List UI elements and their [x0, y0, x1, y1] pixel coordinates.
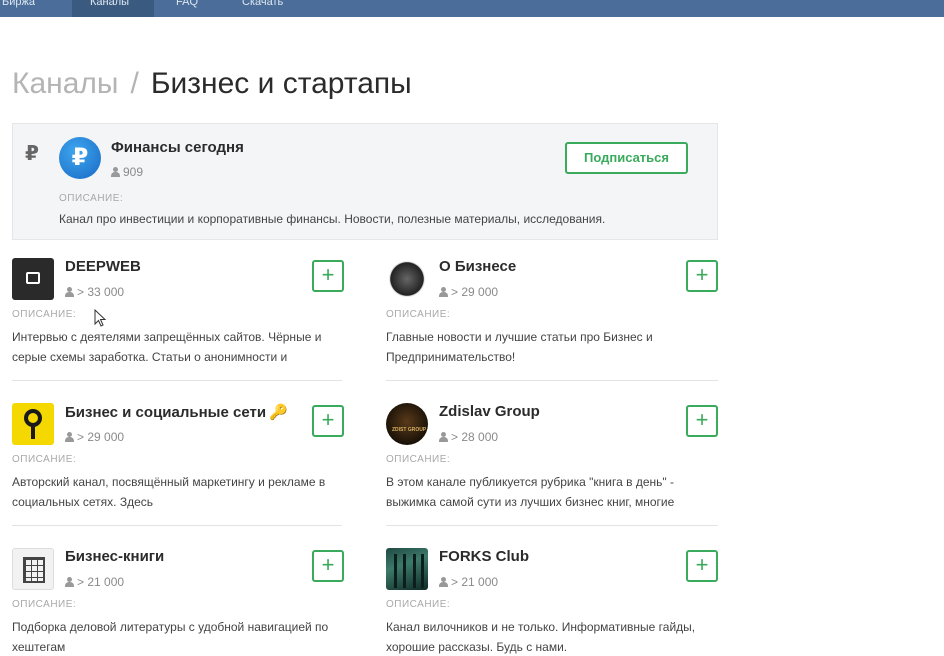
nav-tab-faq[interactable]: FAQ [154, 0, 224, 17]
description-label: ОПИСАНИЕ: [12, 454, 77, 465]
description-label: ОПИСАНИЕ: [386, 599, 451, 610]
subscribe-button[interactable]: Подписаться [565, 142, 688, 174]
top-nav: Биржа Каналы FAQ Скачать [0, 0, 944, 17]
channel-title[interactable]: Финансы сегодня [111, 139, 244, 156]
add-channel-button[interactable]: + [312, 550, 344, 582]
channel-card: О Бизнесе > 29 000 + ОПИСАНИЕ: Главные н… [386, 258, 718, 368]
channel-avatar[interactable] [386, 548, 428, 590]
ruble-icon: ₽ [25, 143, 39, 165]
nav-tab-channels[interactable]: Каналы [72, 0, 154, 17]
channel-name[interactable]: Бизнес-книги [65, 548, 164, 565]
subscriber-count: 909 [111, 165, 143, 179]
user-icon [439, 432, 448, 442]
nav-tab-exchange[interactable]: Биржа [0, 0, 70, 17]
user-icon [111, 167, 120, 177]
channel-card: Бизнес-книги > 21 000 + ОПИСАНИЕ: Подбор… [12, 548, 344, 656]
subscriber-count: > 29 000 [439, 285, 498, 299]
subscriber-count: > 29 000 [65, 430, 124, 444]
channel-name[interactable]: FORKS Club [439, 548, 529, 565]
channel-description: Главные новости и лучшие статьи про Бизн… [386, 330, 653, 364]
channel-avatar[interactable]: ₽ [59, 137, 101, 179]
channel-avatar[interactable]: ZDIST GROUP [386, 403, 428, 445]
key-icon[interactable] [12, 403, 54, 445]
channel-card: Бизнес и социальные сети 🔑 > 29 000 + ОПИ… [12, 403, 344, 513]
description-label: ОПИСАНИЕ: [386, 454, 451, 465]
divider [386, 525, 718, 526]
nav-tab-download[interactable]: Скачать [224, 0, 314, 17]
divider [12, 525, 342, 526]
user-icon [65, 287, 74, 297]
channel-description: Авторский канал, посвящённый маркетингу … [12, 475, 326, 509]
user-icon [65, 577, 74, 587]
channel-card: DEEPWEB > 33 000 + ОПИСАНИЕ: Интервью с … [12, 258, 344, 368]
add-channel-button[interactable]: + [686, 260, 718, 292]
channel-card: ZDIST GROUP Zdislav Group > 28 000 + ОПИ… [386, 403, 718, 513]
divider [386, 380, 718, 381]
description-label: ОПИСАНИЕ: [386, 309, 451, 320]
subscriber-count: > 28 000 [439, 430, 498, 444]
subscriber-count: > 21 000 [439, 575, 498, 589]
channel-avatar[interactable] [12, 258, 54, 300]
add-channel-button[interactable]: + [686, 405, 718, 437]
description-label: ОПИСАНИЕ: [12, 599, 77, 610]
channel-name[interactable]: Бизнес и социальные сети 🔑 [65, 403, 288, 421]
user-icon [439, 577, 448, 587]
page-title: Бизнес и стартапы [150, 67, 412, 100]
description-label: ОПИСАНИЕ: [12, 309, 77, 320]
channel-description: Канал вилочников и не только. Информатив… [386, 620, 696, 654]
channel-name[interactable]: О Бизнесе [439, 258, 516, 275]
subscriber-count: > 21 000 [65, 575, 124, 589]
subscriber-count: > 33 000 [65, 285, 124, 299]
mouse-cursor-icon [94, 309, 107, 327]
key-emoji-icon: 🔑 [269, 404, 288, 421]
divider [12, 380, 342, 381]
breadcrumb-parent-link[interactable]: Каналы [12, 67, 118, 100]
breadcrumb-separator: / [130, 67, 139, 100]
channel-card: FORKS Club > 21 000 + ОПИСАНИЕ: Канал ви… [386, 548, 718, 656]
channel-name[interactable]: DEEPWEB [65, 258, 141, 275]
user-icon [65, 432, 74, 442]
channel-avatar[interactable] [386, 258, 428, 300]
description-label: ОПИСАНИЕ: [59, 193, 124, 204]
channel-avatar[interactable] [12, 548, 54, 590]
channel-description: В этом канале публикуется рубрика "книга… [386, 475, 675, 509]
channel-name[interactable]: Zdislav Group [439, 403, 540, 420]
channel-description: Интервью с деятелями запрещённых сайтов.… [12, 330, 322, 364]
user-icon [439, 287, 448, 297]
breadcrumb: Каналы / Бизнес и стартапы [12, 64, 412, 104]
featured-channel-card: ₽ ₽ Финансы сегодня 909 Подписаться ОПИС… [12, 123, 718, 240]
channel-description: Подборка деловой литературы с удобной на… [12, 620, 329, 654]
add-channel-button[interactable]: + [686, 550, 718, 582]
add-channel-button[interactable]: + [312, 405, 344, 437]
channel-description: Канал про инвестиции и корпоративные фин… [59, 212, 606, 226]
add-channel-button[interactable]: + [312, 260, 344, 292]
